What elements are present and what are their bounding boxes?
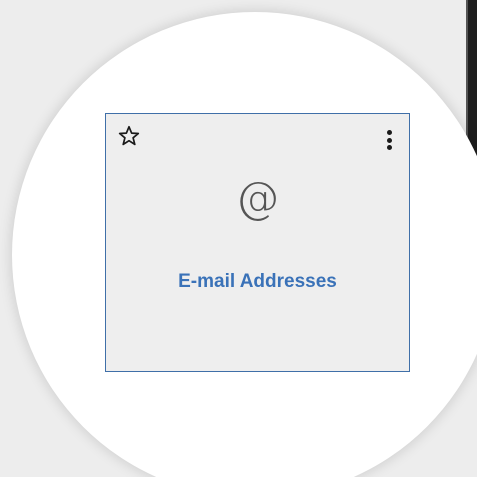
email-addresses-tile[interactable]: @ E-mail Addresses [105,113,410,372]
more-options-icon[interactable] [385,130,393,154]
screenshot-stage: @ E-mail Addresses [0,0,477,477]
tile-label: E-mail Addresses [178,271,337,292]
at-sign-icon: @ [235,173,280,224]
background-window-edge [466,0,477,158]
star-icon[interactable] [117,124,141,148]
